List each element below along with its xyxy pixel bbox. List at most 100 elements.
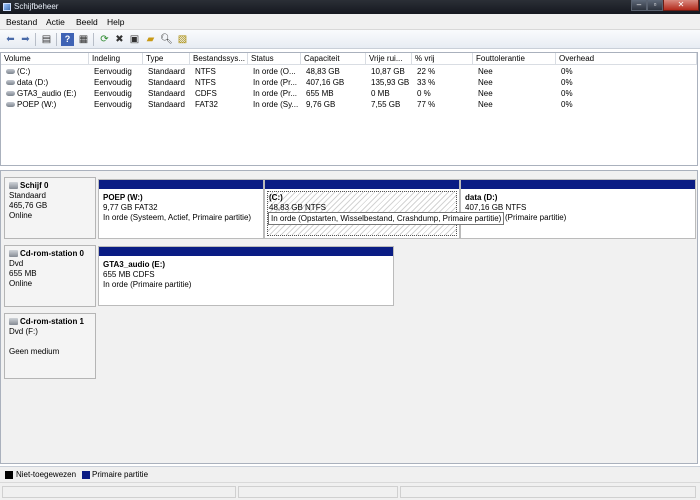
cell-overhead: 0%	[561, 67, 573, 76]
column-header-capaciteit[interactable]: Capaciteit	[301, 53, 366, 65]
cell-fouttolerantie: Nee	[478, 89, 493, 98]
cell-vrije-ruimte: 10,87 GB	[371, 67, 405, 76]
cdrom-0-label[interactable]: Cd-rom-station 0 Dvd 655 MB Online	[4, 245, 96, 307]
disk-name: Cd-rom-station 0	[20, 249, 84, 258]
menu-help[interactable]: Help	[107, 17, 124, 27]
legend-swatch-unallocated	[5, 471, 13, 479]
maximize-button[interactable]: ▫	[647, 0, 663, 11]
cd-volume-icon	[6, 91, 15, 96]
partition-title: data (D:)	[465, 193, 498, 202]
back-arrow-icon[interactable]: ⬅	[4, 33, 17, 46]
title-bar: Schijfbeheer ‒ ▫ ✕	[0, 0, 700, 14]
help-icon[interactable]: ?	[61, 33, 74, 46]
forward-arrow-icon[interactable]: ➡	[19, 33, 32, 46]
column-header-status[interactable]: Status	[248, 53, 301, 65]
delete-icon[interactable]: ✖	[113, 33, 126, 46]
volume-list: Volume Indeling Type Bestandssys... Stat…	[0, 52, 698, 166]
cell-percent-vrij: 77 %	[417, 100, 436, 109]
partition-status: In orde (Systeem, Actief, Primaire parti…	[103, 213, 252, 222]
cell-fouttolerantie: Nee	[478, 78, 493, 87]
disk-type: Standaard	[9, 191, 46, 200]
column-header-type[interactable]: Type	[143, 53, 190, 65]
partition-gta3-audio-e[interactable]: GTA3_audio (E:) 655 MB CDFS In orde (Pri…	[98, 246, 394, 306]
disk-name: Schijf 0	[20, 181, 49, 190]
cell-type: Standaard	[148, 67, 185, 76]
cell-type: Standaard	[148, 89, 185, 98]
disk-status: Geen medium	[9, 347, 60, 356]
column-header-overhead[interactable]: Overhead	[556, 53, 697, 65]
explore-icon[interactable]: 🔍︎	[160, 33, 173, 46]
volume-icon	[6, 80, 15, 85]
cell-indeling: Eenvoudig	[94, 100, 132, 109]
column-header-vrije-ruimte[interactable]: Vrije rui...	[366, 53, 412, 65]
partition-title: (C:)	[269, 193, 283, 202]
cell-vrije-ruimte: 135,93 GB	[371, 78, 410, 87]
partition-poep-w[interactable]: POEP (W:) 9,77 GB FAT32 In orde (Systeem…	[98, 179, 264, 239]
cell-indeling: Eenvoudig	[94, 67, 132, 76]
column-header-indeling[interactable]: Indeling	[89, 53, 143, 65]
cell-volume: data (D:)	[17, 78, 49, 87]
properties-icon[interactable]: ▣	[128, 33, 141, 46]
hard-disk-icon	[9, 182, 18, 189]
cell-vrije-ruimte: 7,55 GB	[371, 100, 401, 109]
cell-overhead: 0%	[561, 100, 573, 109]
volume-icon	[6, 102, 15, 107]
column-header-bestandssysteem[interactable]: Bestandssys...	[190, 53, 248, 65]
refresh-icon[interactable]: ⟳	[98, 33, 111, 46]
partition-data-d[interactable]: data (D:) 407,16 GB NTFS (Primaire parti…	[460, 179, 696, 239]
menu-beeld[interactable]: Beeld	[76, 17, 98, 27]
show-hide-console-tree-icon[interactable]: ▤	[40, 33, 53, 46]
menu-bestand[interactable]: Bestand	[6, 17, 37, 27]
cell-indeling: Eenvoudig	[94, 89, 132, 98]
status-bar	[0, 482, 700, 500]
cell-bestandssysteem: NTFS	[195, 78, 216, 87]
partition-tooltip: In orde (Opstarten, Wisselbestand, Crash…	[268, 212, 505, 225]
disk-0-label[interactable]: Schijf 0 Standaard 465,76 GB Online	[4, 177, 96, 239]
cell-overhead: 0%	[561, 78, 573, 87]
close-button[interactable]: ✕	[663, 0, 699, 11]
legend-swatch-primary	[82, 471, 90, 479]
disk-type: Dvd	[9, 259, 24, 268]
toolbar: ⬅ ➡ ▤ ? ▦ ⟳ ✖ ▣ ▰ 🔍︎ ▧	[0, 30, 700, 49]
dvd-drive-icon	[9, 250, 18, 257]
partition-c[interactable]: (C:) 48,83 GB NTFS	[264, 179, 460, 239]
column-header-percent-vrij[interactable]: % vrij	[412, 53, 473, 65]
cell-capaciteit: 655 MB	[306, 89, 334, 98]
cell-fouttolerantie: Nee	[478, 100, 493, 109]
minimize-button[interactable]: ‒	[631, 0, 647, 11]
cell-status: In orde (Pr...	[253, 89, 298, 98]
disk-size: 465,76 GB	[9, 201, 48, 210]
window-title: Schijfbeheer	[14, 2, 59, 11]
menu-actie[interactable]: Actie	[46, 17, 65, 27]
cell-capaciteit: 48,83 GB	[306, 67, 340, 76]
cell-bestandssysteem: NTFS	[195, 67, 216, 76]
partition-status: (Primaire partitie)	[505, 213, 567, 222]
disk-size: 655 MB	[9, 269, 37, 278]
cdrom-1-label[interactable]: Cd-rom-station 1 Dvd (F:) Geen medium	[4, 313, 96, 379]
legend-label: Niet-toegewezen	[16, 470, 77, 479]
cell-bestandssysteem: CDFS	[195, 89, 217, 98]
disk-status: Online	[9, 279, 33, 288]
cell-capaciteit: 407,16 GB	[306, 78, 345, 87]
cell-status: In orde (O...	[253, 67, 296, 76]
partition-size: 655 MB CDFS	[103, 270, 155, 279]
cell-capaciteit: 9,76 GB	[306, 100, 336, 109]
partition-title: GTA3_audio (E:)	[103, 260, 166, 269]
partition-status: In orde (Primaire partitie)	[103, 280, 192, 289]
open-folder-icon[interactable]: ▰	[144, 33, 157, 46]
cell-overhead: 0%	[561, 89, 573, 98]
menu-bar: Bestand Actie Beeld Help	[0, 14, 700, 30]
cell-type: Standaard	[148, 78, 185, 87]
cell-volume: (C:)	[17, 67, 31, 76]
cell-percent-vrij: 0 %	[417, 89, 431, 98]
cell-indeling: Eenvoudig	[94, 78, 132, 87]
disk-name: Cd-rom-station 1	[20, 317, 84, 326]
column-header-fouttolerantie[interactable]: Fouttolerantie	[473, 53, 556, 65]
column-header-volume[interactable]: Volume	[1, 53, 89, 65]
dvd-drive-icon	[9, 318, 18, 325]
cell-bestandssysteem: FAT32	[195, 100, 218, 109]
cell-percent-vrij: 22 %	[417, 67, 436, 76]
cell-vrije-ruimte: 0 MB	[371, 89, 390, 98]
rescan-icon[interactable]: ▧	[176, 33, 189, 46]
view-icon[interactable]: ▦	[77, 33, 90, 46]
